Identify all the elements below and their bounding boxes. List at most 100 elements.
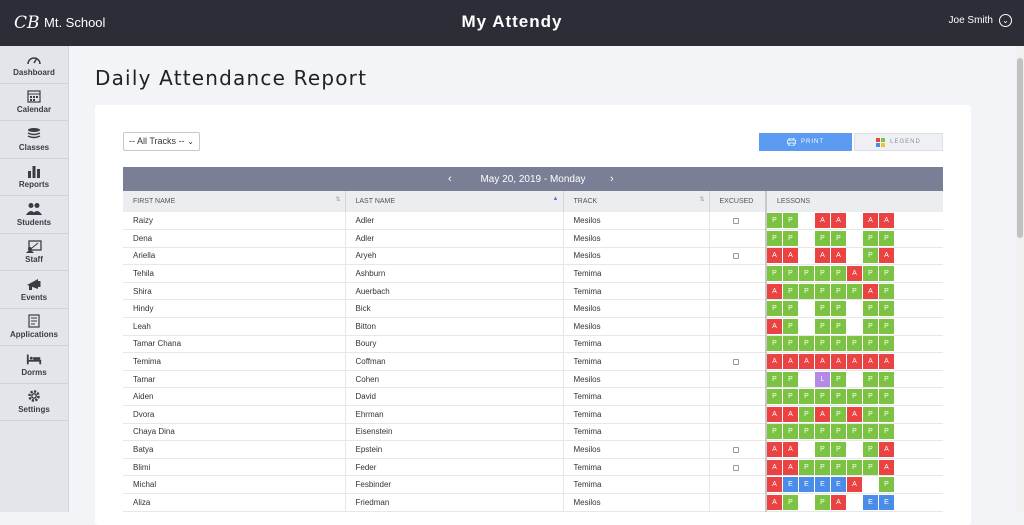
lesson-status[interactable]: P [767, 230, 782, 246]
table-row[interactable]: Hindy Bick Mesilos P P P P P P [123, 299, 943, 319]
lesson-status[interactable]: P [799, 389, 814, 405]
lesson-status[interactable]: P [815, 389, 830, 405]
lesson-status[interactable]: E [783, 477, 798, 493]
chevron-down-icon[interactable]: ⌄ [999, 14, 1012, 27]
lesson-status[interactable]: P [831, 301, 846, 317]
lesson-status[interactable] [847, 372, 862, 387]
lesson-status[interactable]: P [863, 248, 878, 264]
lesson-status[interactable]: A [847, 477, 862, 493]
previous-day-button[interactable]: ‹ [448, 167, 452, 191]
lesson-status[interactable]: P [831, 406, 846, 422]
column-header-track[interactable]: TRACK ⇅ [563, 191, 710, 212]
lesson-status[interactable]: P [783, 494, 798, 510]
lesson-status[interactable]: P [767, 266, 782, 282]
lesson-status[interactable]: P [863, 371, 878, 387]
lesson-status[interactable]: P [831, 442, 846, 458]
lesson-status[interactable]: P [783, 336, 798, 352]
lesson-status[interactable] [799, 372, 814, 387]
lesson-status[interactable]: P [815, 318, 830, 334]
lesson-status[interactable]: A [863, 213, 878, 229]
sidebar-item-classes[interactable]: Classes [0, 121, 68, 159]
lesson-status[interactable]: P [847, 336, 862, 352]
lesson-status[interactable]: P [767, 389, 782, 405]
lesson-status[interactable] [799, 213, 814, 228]
lesson-status[interactable]: P [783, 230, 798, 246]
sidebar-item-dashboard[interactable]: Dashboard [0, 46, 68, 84]
lesson-status[interactable]: A [767, 442, 782, 458]
table-row[interactable]: Tamar Chana Boury Temima P P P P P P P P [123, 335, 943, 354]
lesson-status[interactable] [847, 442, 862, 457]
lesson-status[interactable]: P [767, 213, 782, 229]
lesson-status[interactable]: P [799, 424, 814, 440]
lesson-status[interactable]: A [767, 248, 782, 264]
sidebar-item-staff[interactable]: Staff [0, 234, 68, 271]
lesson-status[interactable]: A [863, 283, 878, 299]
lesson-status[interactable]: A [767, 354, 782, 370]
lesson-status[interactable] [799, 319, 814, 334]
lesson-status[interactable]: P [783, 301, 798, 317]
lesson-status[interactable]: P [879, 230, 894, 246]
lesson-status[interactable]: P [831, 318, 846, 334]
lesson-status[interactable]: E [863, 494, 878, 510]
lesson-status[interactable]: P [799, 336, 814, 352]
lesson-status[interactable] [847, 495, 862, 510]
lesson-status[interactable]: A [767, 477, 782, 493]
lesson-status[interactable]: P [767, 301, 782, 317]
lesson-status[interactable]: A [783, 406, 798, 422]
lesson-status[interactable]: P [863, 230, 878, 246]
lesson-status[interactable]: P [879, 301, 894, 317]
lesson-status[interactable]: P [847, 389, 862, 405]
lesson-status[interactable]: A [831, 248, 846, 264]
lesson-status[interactable]: P [783, 424, 798, 440]
lesson-status[interactable]: P [831, 424, 846, 440]
lesson-status[interactable] [799, 442, 814, 457]
lesson-status[interactable]: P [783, 389, 798, 405]
lesson-status[interactable]: A [879, 248, 894, 264]
print-button[interactable]: PRINT [759, 133, 852, 151]
lesson-status[interactable]: P [815, 230, 830, 246]
lesson-status[interactable]: P [863, 406, 878, 422]
lesson-status[interactable]: A [815, 406, 830, 422]
lesson-status[interactable]: A [767, 459, 782, 475]
sidebar-item-dorms[interactable]: Dorms [0, 346, 68, 384]
lesson-status[interactable]: P [783, 318, 798, 334]
table-row[interactable]: Leah Bitton Mesilos A P P P P P [123, 317, 943, 336]
lesson-status[interactable]: A [783, 248, 798, 264]
excused-checkbox[interactable] [733, 253, 740, 260]
lesson-status[interactable]: A [783, 354, 798, 370]
lesson-status[interactable]: A [879, 213, 894, 229]
lesson-status[interactable]: A [879, 442, 894, 458]
excused-checkbox[interactable] [733, 464, 740, 471]
sidebar-item-events[interactable]: Events [0, 271, 68, 309]
table-row[interactable]: Shira Auerbach Temima A P P P P P A P [123, 282, 943, 301]
lesson-status[interactable]: A [767, 283, 782, 299]
lesson-status[interactable]: P [863, 336, 878, 352]
lesson-status[interactable]: P [767, 424, 782, 440]
lesson-status[interactable] [847, 248, 862, 263]
lesson-status[interactable] [799, 248, 814, 263]
lesson-status[interactable]: P [815, 283, 830, 299]
lesson-status[interactable] [799, 231, 814, 246]
lesson-status[interactable]: P [831, 230, 846, 246]
column-header-first-name[interactable]: FIRST NAME ⇅ [123, 191, 346, 212]
scrollbar-thumb[interactable] [1017, 58, 1023, 238]
lesson-status[interactable]: A [863, 354, 878, 370]
sidebar-item-reports[interactable]: Reports [0, 159, 68, 196]
excused-checkbox[interactable] [733, 358, 740, 365]
lesson-status[interactable]: A [831, 213, 846, 229]
column-header-last-name[interactable]: LAST NAME ▲ [345, 191, 564, 212]
lesson-status[interactable]: A [767, 406, 782, 422]
user-menu[interactable]: Joe Smith ⌄ [949, 14, 1012, 27]
lesson-status[interactable]: P [879, 283, 894, 299]
lesson-status[interactable]: E [879, 494, 894, 510]
lesson-status[interactable]: A [767, 318, 782, 334]
lesson-status[interactable]: A [783, 459, 798, 475]
lesson-status[interactable]: P [815, 301, 830, 317]
scrollbar[interactable] [1016, 46, 1024, 512]
table-row[interactable]: Temima Coffman Temima A A A A A A A A [123, 352, 943, 371]
lesson-status[interactable]: P [783, 266, 798, 282]
lesson-status[interactable]: A [879, 459, 894, 475]
lesson-status[interactable]: P [879, 336, 894, 352]
table-row[interactable]: Tehila Ashburn Temima P P P P P A P P [123, 264, 943, 283]
lesson-status[interactable]: P [879, 389, 894, 405]
